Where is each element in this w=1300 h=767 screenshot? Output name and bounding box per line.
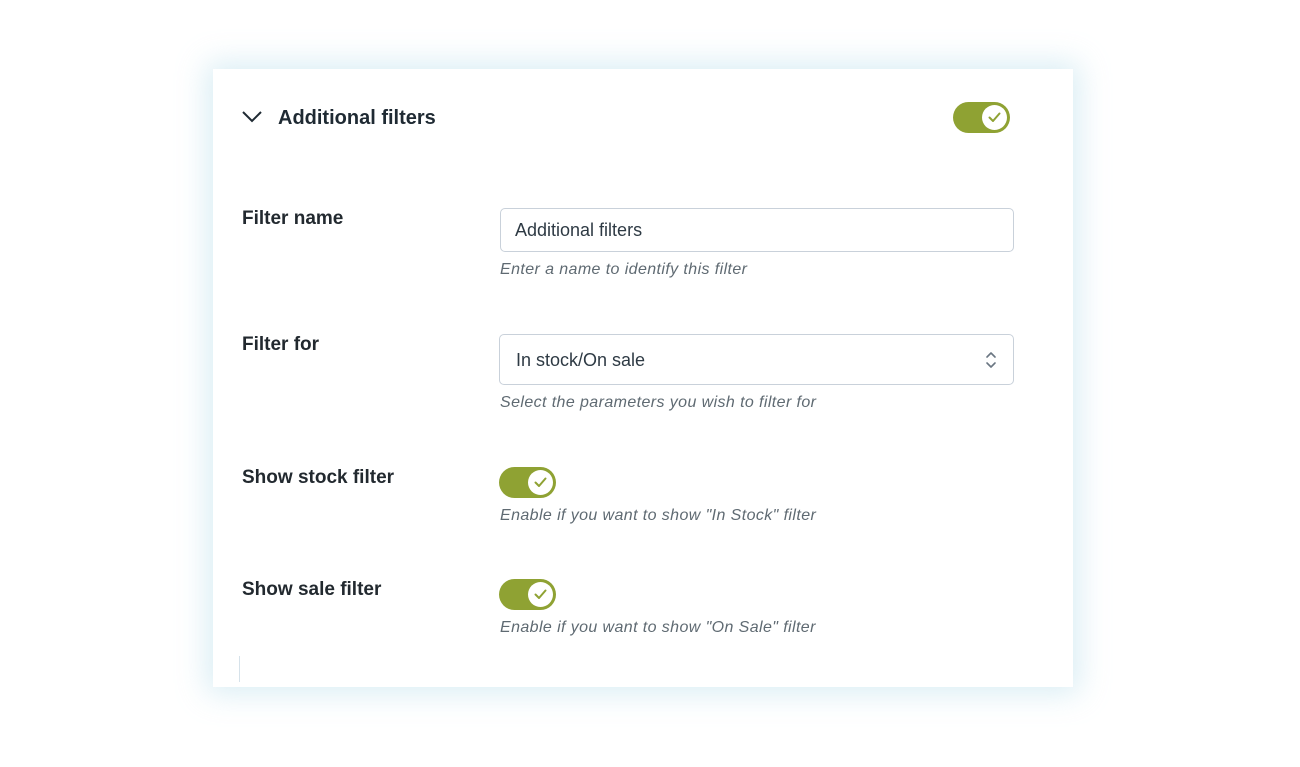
check-icon [534, 477, 547, 487]
section-header: Additional filters [213, 69, 1073, 169]
filter-name-input[interactable] [500, 208, 1014, 252]
chevron-up-down-icon [985, 350, 997, 370]
show-stock-filter-label: Show stock filter [242, 467, 395, 488]
filter-for-help: Select the parameters you wish to filter… [500, 394, 817, 411]
chevron-down-icon[interactable] [241, 110, 263, 124]
filter-for-selected-value: In stock/On sale [516, 350, 646, 370]
show-stock-filter-toggle[interactable] [499, 467, 556, 498]
toggle-knob [528, 582, 553, 607]
filter-name-help: Enter a name to identify this filter [500, 261, 748, 278]
check-icon [534, 589, 547, 599]
divider-line [239, 656, 240, 682]
show-sale-filter-toggle[interactable] [499, 579, 556, 610]
check-icon [988, 112, 1001, 122]
filter-settings-card: Additional filters Filter name Enter a n… [213, 69, 1073, 687]
show-sale-filter-label: Show sale filter [242, 579, 382, 600]
toggle-knob [982, 105, 1007, 130]
filter-name-label: Filter name [242, 208, 344, 229]
toggle-knob [528, 470, 553, 495]
show-sale-filter-help: Enable if you want to show "On Sale" fil… [500, 619, 816, 636]
section-enabled-toggle[interactable] [953, 102, 1010, 133]
filter-for-select[interactable]: In stock/On sale [499, 334, 1014, 385]
filter-for-label: Filter for [242, 334, 320, 355]
section-title: Additional filters [278, 107, 436, 129]
show-stock-filter-help: Enable if you want to show "In Stock" fi… [500, 507, 817, 524]
